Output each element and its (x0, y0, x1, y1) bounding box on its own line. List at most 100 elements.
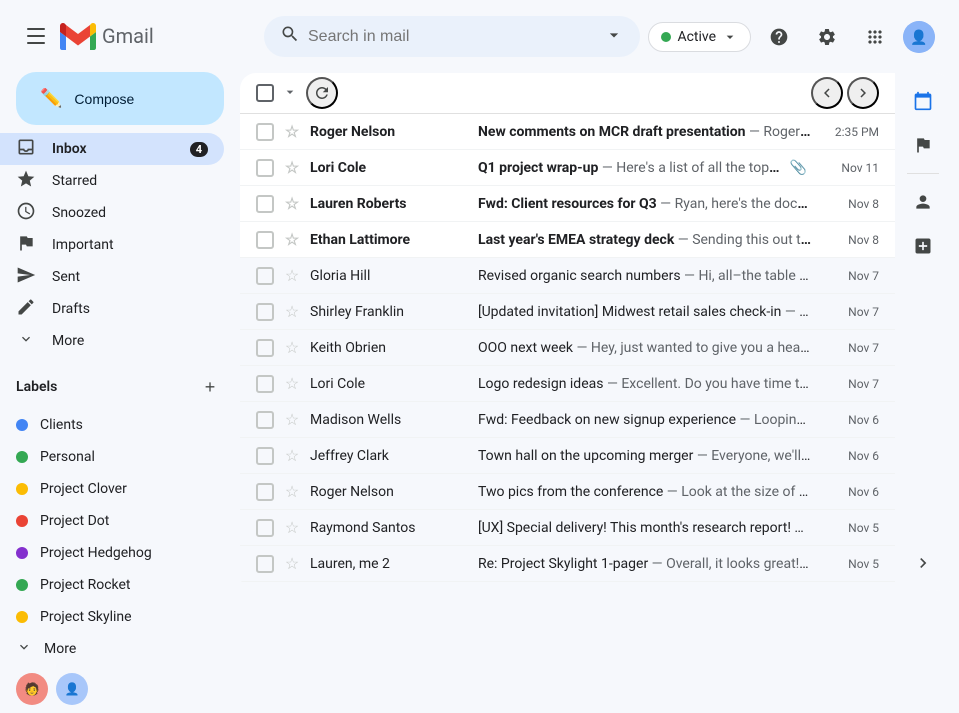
email-content: Logo redesign ideas — Excellent. Do you … (478, 376, 811, 392)
sidebar-item-inbox[interactable]: Inbox 4 (0, 133, 224, 165)
select-dropdown[interactable] (282, 84, 298, 103)
star-button[interactable]: ☆ (282, 374, 302, 394)
table-row[interactable]: ☆ Keith Obrien OOO next week — Hey, just… (240, 330, 895, 366)
sidebar-item-sent[interactable]: Sent (0, 261, 224, 293)
label-item-project-dot[interactable]: Project Dot (16, 505, 224, 537)
sidebar: Gmail ✏️ Compose Inbox 4 Starred Snoozed (0, 0, 240, 599)
row-checkbox[interactable] (256, 339, 274, 357)
row-checkbox[interactable] (256, 555, 274, 573)
label-item-project-hedgehog[interactable]: Project Hedgehog (16, 537, 224, 569)
apps-button[interactable] (855, 17, 895, 57)
email-date: Nov 7 (819, 341, 879, 355)
row-checkbox[interactable] (256, 591, 274, 592)
settings-button[interactable] (807, 17, 847, 57)
select-all-checkbox[interactable] (256, 84, 274, 102)
star-button[interactable]: ☆ (282, 482, 302, 502)
label-item-personal[interactable]: Personal (16, 441, 224, 473)
row-checkbox[interactable] (256, 483, 274, 501)
table-row[interactable]: ☆ Roger Nelson New comments on MCR draft… (240, 114, 895, 150)
star-button[interactable]: ☆ (282, 158, 302, 178)
star-button[interactable]: ☆ (282, 230, 302, 250)
row-checkbox[interactable] (256, 195, 274, 213)
label-item-project-rocket[interactable]: Project Rocket (16, 569, 224, 601)
star-button[interactable]: ☆ (282, 302, 302, 322)
sidebar-item-snoozed[interactable]: Snoozed (0, 197, 224, 229)
right-panel-add[interactable] (903, 226, 943, 266)
table-row[interactable]: ☆ Gloria Hill Revised organic search num… (240, 258, 895, 294)
row-checkbox[interactable] (256, 519, 274, 537)
table-row[interactable]: ☆ Lauren, me 2 Re: Project Skylight 1-pa… (240, 546, 895, 582)
more-chevron-icon (16, 331, 36, 352)
email-content: Town hall on the upcoming merger — Every… (478, 448, 811, 464)
row-checkbox[interactable] (256, 411, 274, 429)
status-button[interactable]: Active (648, 22, 751, 52)
sidebar-item-important[interactable]: Important (0, 229, 224, 261)
table-row[interactable]: ☆ Shirley Franklin [Updated invitation] … (240, 294, 895, 330)
labels-more-button[interactable]: More (16, 633, 224, 665)
sidebar-item-more[interactable]: More (0, 325, 224, 357)
next-page-button[interactable] (847, 77, 879, 109)
clients-label: Clients (40, 417, 83, 433)
expand-icon[interactable] (903, 543, 943, 583)
help-button[interactable] (759, 17, 799, 57)
right-panel-calendar[interactable] (903, 81, 943, 121)
row-checkbox[interactable] (256, 375, 274, 393)
email-date: Nov 7 (819, 305, 879, 319)
table-row[interactable]: ☆ Lori Cole Logo redesign ideas — Excell… (240, 366, 895, 402)
star-button[interactable]: ☆ (282, 122, 302, 142)
right-panel-expand[interactable] (903, 543, 943, 583)
table-row[interactable]: ☆ Raymond Santos [UX] Special delivery! … (240, 510, 895, 546)
row-checkbox[interactable] (256, 447, 274, 465)
sender-name: Shirley Franklin (310, 304, 470, 320)
top-header: Active (248, 8, 951, 65)
prev-page-button[interactable] (811, 77, 843, 109)
sent-icon (16, 265, 36, 290)
star-button[interactable]: ☆ (282, 266, 302, 286)
refresh-button[interactable] (306, 77, 338, 109)
star-button[interactable]: ☆ (282, 446, 302, 466)
row-checkbox[interactable] (256, 123, 274, 141)
star-button[interactable]: ☆ (282, 410, 302, 430)
table-row[interactable]: ☆ Ethan Lattimore Last year's EMEA strat… (240, 222, 895, 258)
inbox-badge: 4 (190, 142, 208, 157)
project-clover-dot (16, 483, 28, 495)
user-avatar[interactable] (903, 21, 935, 53)
avatar-1[interactable]: 🧑 (16, 673, 48, 705)
table-row[interactable]: ☆ Jeffrey Clark Town hall on the upcomin… (240, 438, 895, 474)
avatar-2[interactable]: 👤 (56, 673, 88, 705)
star-button[interactable]: ☆ (282, 194, 302, 214)
table-row[interactable]: ☆ Lauren Roberts Re: Corp strategy slide… (240, 582, 895, 591)
email-content: Fwd: Feedback on new signup experience —… (478, 412, 811, 428)
row-checkbox[interactable] (256, 159, 274, 177)
table-row[interactable]: ☆ Lori Cole Q1 project wrap-up — Here's … (240, 150, 895, 186)
star-button[interactable]: ☆ (282, 518, 302, 538)
hamburger-button[interactable] (16, 16, 56, 56)
add-label-button[interactable]: + (196, 373, 224, 401)
table-row[interactable]: ☆ Madison Wells Fwd: Feedback on new sig… (240, 402, 895, 438)
label-item-project-skyline[interactable]: Project Skyline (16, 601, 224, 633)
sidebar-item-starred[interactable]: Starred (0, 165, 224, 197)
row-checkbox[interactable] (256, 303, 274, 321)
right-panel-contacts[interactable] (903, 182, 943, 222)
row-checkbox[interactable] (256, 267, 274, 285)
star-button[interactable]: ☆ (282, 554, 302, 574)
project-hedgehog-dot (16, 547, 28, 559)
project-dot-label: Project Dot (40, 513, 109, 529)
label-item-clients[interactable]: Clients (16, 409, 224, 441)
sidebar-item-drafts[interactable]: Drafts (0, 293, 224, 325)
email-date: Nov 8 (819, 233, 879, 247)
star-button[interactable]: ☆ (282, 590, 302, 592)
search-dropdown-icon[interactable] (604, 25, 624, 49)
clients-dot (16, 419, 28, 431)
search-input[interactable] (308, 28, 596, 46)
email-date: Nov 7 (819, 269, 879, 283)
right-panel-tasks[interactable] (903, 125, 943, 165)
table-row[interactable]: ☆ Roger Nelson Two pics from the confere… (240, 474, 895, 510)
star-button[interactable]: ☆ (282, 338, 302, 358)
label-item-project-clover[interactable]: Project Clover (16, 473, 224, 505)
row-checkbox[interactable] (256, 231, 274, 249)
table-row[interactable]: ☆ Lauren Roberts Fwd: Client resources f… (240, 186, 895, 222)
compose-button[interactable]: ✏️ Compose (16, 72, 224, 125)
project-hedgehog-label: Project Hedgehog (40, 545, 152, 561)
content-area: ☆ Roger Nelson New comments on MCR draft… (240, 73, 951, 591)
